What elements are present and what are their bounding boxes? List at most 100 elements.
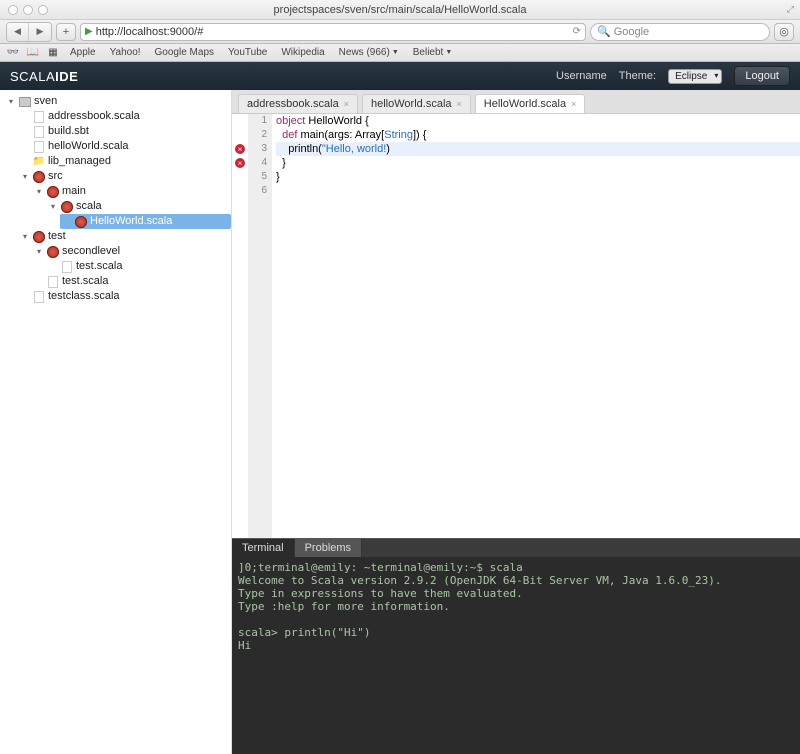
tree-twisty[interactable]: ▾: [20, 169, 30, 184]
code-body[interactable]: object HelloWorld { def main(args: Array…: [272, 114, 800, 538]
bookmarks-bar: 👓 📖 ▦ Apple Yahoo! Google Maps YouTube W…: [0, 44, 800, 62]
tree-node[interactable]: addressbook.scala: [18, 109, 231, 124]
code-line[interactable]: }: [276, 156, 800, 170]
tree-twisty[interactable]: ▾: [20, 229, 30, 244]
tree-label: testclass.scala: [48, 289, 120, 304]
tree-label: HelloWorld.scala: [90, 214, 172, 229]
folder-icon: 📁: [32, 155, 46, 169]
forward-button[interactable]: ▶: [29, 23, 51, 41]
file-icon: [32, 290, 46, 304]
bookmark-yahoo[interactable]: Yahoo!: [106, 47, 145, 58]
close-icon[interactable]: ×: [457, 99, 462, 109]
editor-tab[interactable]: addressbook.scala×: [238, 94, 358, 113]
search-icon: 🔍: [597, 25, 611, 38]
fullscreen-icon[interactable]: ⤢: [787, 4, 794, 15]
search-field[interactable]: 🔍 Google: [590, 23, 770, 41]
line-number: 2: [248, 128, 267, 142]
bookmark-wikipedia[interactable]: Wikipedia: [277, 47, 328, 58]
terminal-panel: TerminalProblems ]0;terminal@emily: ~ter…: [232, 538, 800, 754]
tree-label: main: [62, 184, 86, 199]
tree-node[interactable]: ▾secondlevel: [32, 244, 231, 259]
browser-toolbar: ◀ ▶ + ▶ http://localhost:9000/# ⟳ 🔍 Goog…: [0, 20, 800, 44]
tree-twisty[interactable]: ▾: [6, 94, 16, 109]
tree-node[interactable]: ▾ test: [18, 229, 231, 244]
scala-icon: [74, 215, 88, 229]
tree-label: lib_managed: [48, 154, 111, 169]
add-tab-button[interactable]: +: [56, 23, 76, 41]
code-line[interactable]: [276, 184, 800, 198]
settings-button[interactable]: ◎: [774, 23, 794, 41]
tree-node[interactable]: build.sbt: [18, 124, 231, 139]
tree-label: helloWorld.scala: [48, 139, 129, 154]
error-icon[interactable]: ×: [235, 144, 245, 154]
tab-label: HelloWorld.scala: [484, 98, 566, 110]
scala-icon: [32, 170, 46, 184]
file-tree: ▾svenaddressbook.scalabuild.sbthelloWorl…: [0, 90, 232, 754]
tree-node[interactable]: 📁lib_managed: [18, 154, 231, 169]
window-titlebar: projectspaces/sven/src/main/scala/HelloW…: [0, 0, 800, 20]
tree-twisty[interactable]: ▾: [48, 199, 58, 214]
tab-label: helloWorld.scala: [371, 98, 452, 110]
code-editor[interactable]: × × 123456 object HelloWorld { def main(a…: [232, 114, 800, 538]
tree-node[interactable]: HelloWorld.scala: [60, 214, 231, 229]
line-gutter: 123456: [248, 114, 272, 538]
tree-label: test.scala: [62, 274, 108, 289]
bookmark-youtube[interactable]: YouTube: [224, 47, 271, 58]
app-header: SCALAIDE Username Theme: Eclipse Logout: [0, 62, 800, 90]
line-number: 4: [248, 156, 267, 170]
error-icon[interactable]: ×: [235, 158, 245, 168]
scala-icon: [60, 200, 74, 214]
tree-label: src: [48, 169, 63, 184]
terminal-tab[interactable]: Problems: [295, 539, 362, 557]
tree-node[interactable]: testclass.scala: [18, 289, 231, 304]
file-icon: [60, 260, 74, 274]
tree-twisty[interactable]: ▾: [34, 184, 44, 199]
bookmark-news[interactable]: News (966) ▼: [335, 47, 403, 58]
site-icon: ▶: [85, 26, 93, 37]
tree-node[interactable]: test.scala: [46, 259, 231, 274]
tree-node[interactable]: test.scala: [32, 274, 231, 289]
close-icon[interactable]: ×: [344, 99, 349, 109]
topsites-icon[interactable]: ▦: [46, 47, 60, 58]
disk-icon: [18, 95, 32, 109]
back-button[interactable]: ◀: [7, 23, 29, 41]
code-line[interactable]: def main(args: Array[String]) {: [276, 128, 800, 142]
bookmark-gmaps[interactable]: Google Maps: [151, 47, 218, 58]
tree-node[interactable]: ▾scala: [46, 199, 231, 214]
tree-node[interactable]: ▾ main: [32, 184, 231, 199]
tree-label: build.sbt: [48, 124, 89, 139]
tree-label: test: [48, 229, 66, 244]
tree-label: addressbook.scala: [48, 109, 140, 124]
username-label[interactable]: Username: [556, 70, 607, 82]
scala-icon: [46, 185, 60, 199]
bookmark-apple[interactable]: Apple: [66, 47, 100, 58]
tree-twisty[interactable]: ▾: [34, 244, 44, 259]
address-bar[interactable]: ▶ http://localhost:9000/# ⟳: [80, 23, 586, 41]
window-title: projectspaces/sven/src/main/scala/HelloW…: [0, 4, 800, 16]
scala-icon: [46, 245, 60, 259]
code-line[interactable]: object HelloWorld {: [276, 114, 800, 128]
reload-icon[interactable]: ⟳: [573, 26, 581, 37]
terminal-output[interactable]: ]0;terminal@emily: ~terminal@emily:~$ sc…: [232, 557, 800, 754]
file-icon: [32, 140, 46, 154]
close-icon[interactable]: ×: [571, 99, 576, 109]
reader-icon[interactable]: 👓: [6, 47, 20, 58]
code-line[interactable]: println("Hello, world!): [276, 142, 800, 156]
line-number: 5: [248, 170, 267, 184]
logout-button[interactable]: Logout: [734, 66, 790, 86]
editor-tab[interactable]: HelloWorld.scala ×: [475, 94, 586, 113]
tree-root-node[interactable]: ▾sven: [4, 94, 231, 109]
line-number: 3: [248, 142, 267, 156]
file-icon: [32, 125, 46, 139]
code-line[interactable]: }: [276, 170, 800, 184]
file-icon: [46, 275, 60, 289]
terminal-tab[interactable]: Terminal: [232, 539, 295, 557]
line-number: 6: [248, 184, 267, 198]
bookmark-beliebt[interactable]: Beliebt ▼: [409, 47, 457, 58]
theme-select[interactable]: Eclipse: [668, 69, 722, 84]
tree-node[interactable]: ▾ src: [18, 169, 231, 184]
editor-tab[interactable]: helloWorld.scala ×: [362, 94, 471, 113]
search-placeholder: Google: [614, 26, 649, 38]
bookmarks-icon[interactable]: 📖: [26, 47, 40, 58]
tree-node[interactable]: helloWorld.scala: [18, 139, 231, 154]
